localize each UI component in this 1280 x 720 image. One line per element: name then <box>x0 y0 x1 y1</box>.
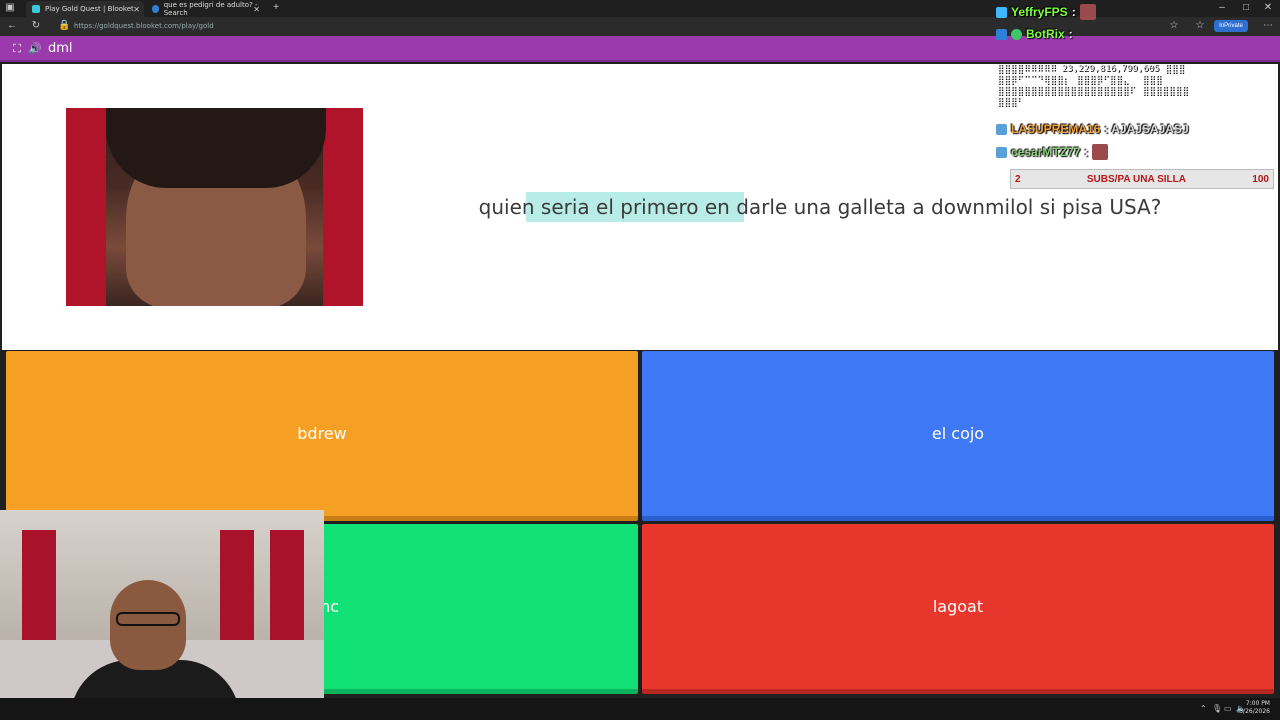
answer-label: lagoat <box>932 597 984 616</box>
goal-target: 100 <box>1252 173 1269 185</box>
chat-text: : <box>1068 27 1073 41</box>
microphone-icon[interactable]: 🎙 <box>1212 704 1222 713</box>
chat-text: : <box>1084 145 1089 159</box>
verified-badge-icon <box>1011 28 1022 40</box>
answer-button-2[interactable]: el cojo <box>642 351 1274 521</box>
chat-username: LASUPREMA16 <box>1011 122 1101 136</box>
answer-label: el cojo <box>931 424 985 443</box>
search-favicon-icon <box>152 5 159 13</box>
chat-message: YeffryFPS : <box>996 4 1096 20</box>
clock-time: 7:00 PM <box>1245 700 1270 707</box>
tab-blooket[interactable]: Play Gold Quest | Blooket ✕ <box>26 1 144 17</box>
fullscreen-icon[interactable]: ⛶ <box>10 42 24 56</box>
tab-search[interactable]: que es pedigri de adulto? - Search ✕ <box>146 1 264 17</box>
tray-overflow-icon[interactable]: ⌃ <box>1200 704 1209 713</box>
game-header: ⛶ 🔊 dml <box>0 36 1280 62</box>
close-tab-icon[interactable]: ✕ <box>253 5 260 14</box>
emote-icon <box>1079 4 1096 20</box>
answer-label: bdrew <box>297 424 347 443</box>
tab-title: que es pedigri de adulto? - Search <box>163 1 258 17</box>
clock-date: 3/26/2026 <box>1239 708 1270 715</box>
chat-text: : <box>1071 5 1076 19</box>
chat-message: BotRix : <box>996 27 1073 41</box>
answer-button-4[interactable]: lagoat <box>642 524 1274 694</box>
blooket-favicon-icon <box>32 5 40 13</box>
refresh-icon[interactable]: ↻ <box>30 20 42 32</box>
system-clock[interactable]: 7:00 PM 3/26/2026 <box>1239 700 1270 716</box>
bot-badge-icon <box>996 28 1007 40</box>
minimize-icon[interactable]: – <box>1216 2 1228 14</box>
more-menu-icon[interactable]: ⋯ <box>1262 20 1274 32</box>
tab-title: Play Gold Quest | Blooket <box>45 5 134 13</box>
goal-label: SUBS/PA UNA SILLA <box>1086 173 1186 185</box>
network-icon[interactable]: ▭ <box>1224 704 1233 713</box>
user-badge-icon <box>996 6 1007 18</box>
chat-text: : AJAJSAJASJ <box>1104 122 1189 136</box>
chat-message: cesarMTZ77 : <box>996 144 1109 160</box>
new-tab-icon[interactable]: + <box>270 2 282 14</box>
user-badge-icon <box>996 146 1007 158</box>
chat-username: cesarMTZ77 <box>1011 145 1081 159</box>
answer-button-1[interactable]: bdrew <box>6 351 638 521</box>
tab-actions-icon[interactable]: ▣ <box>4 2 16 14</box>
goal-current: 2 <box>1015 173 1021 185</box>
back-icon[interactable]: ← <box>6 20 18 32</box>
game-title: dml <box>48 41 73 56</box>
question-text: quien seria el primero en darle una gall… <box>478 195 1162 219</box>
taskbar: ⌃ 🎙 ▭ 🔈 7:00 PM 3/26/2026 <box>0 698 1280 720</box>
sound-icon[interactable]: 🔊 <box>28 42 42 56</box>
chat-username: BotRix <box>1026 27 1065 41</box>
chat-ascii-art: ⣿⣿⣿⣿⠿⠿⠿⠿⠿ 23,229,816,799,605 ⣿⣿⣿ ⣿⣿⡿⠋⠉⠉⠙… <box>997 64 1189 107</box>
inprivate-badge[interactable]: InPrivate <box>1214 20 1248 32</box>
favorites-icon[interactable]: ☆ <box>1194 20 1206 32</box>
address-bar[interactable]: https://goldquest.blooket.com/play/gold <box>56 19 656 34</box>
close-tab-icon[interactable]: ✕ <box>133 5 140 14</box>
emote-icon <box>1092 144 1109 160</box>
sub-goal-bar: 2 SUBS/PA UNA SILLA 100 <box>1010 169 1274 189</box>
chat-username: YeffryFPS <box>1011 5 1068 19</box>
user-badge-icon <box>996 123 1007 135</box>
question-image <box>66 108 363 306</box>
lock-icon: 🔒 <box>58 20 71 31</box>
webcam-overlay <box>0 510 324 720</box>
close-window-icon[interactable]: ✕ <box>1262 2 1274 14</box>
maximize-icon[interactable]: □ <box>1240 2 1252 14</box>
chat-message: LASUPREMA16 : AJAJSAJASJ <box>996 122 1189 136</box>
favorite-star-icon[interactable]: ☆ <box>1168 20 1180 32</box>
